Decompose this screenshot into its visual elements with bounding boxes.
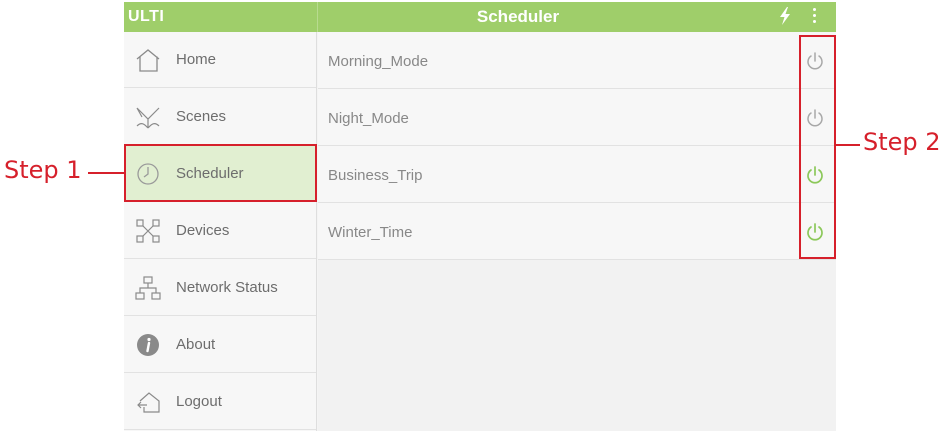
sidebar-item-label: Home xyxy=(176,51,217,68)
sidebar-item-devices[interactable]: Devices xyxy=(124,203,316,259)
step1-highlight xyxy=(124,144,317,202)
home-icon xyxy=(136,49,160,72)
schedule-name: Business_Trip xyxy=(328,167,423,184)
app-window: ULTI Scheduler Home Scenes Scheduler Dev… xyxy=(124,2,836,431)
more-menu-icon[interactable] xyxy=(808,8,820,26)
list-item[interactable]: Winter_Time xyxy=(318,203,836,260)
schedule-name: Night_Mode xyxy=(328,110,409,127)
schedule-name: Morning_Mode xyxy=(328,53,429,70)
info-icon xyxy=(137,334,159,356)
schedule-list: Morning_Mode Night_Mode Business_Trip Wi… xyxy=(318,32,836,431)
page-title: Scheduler xyxy=(476,7,560,26)
schedule-name: Winter_Time xyxy=(328,224,413,241)
network-icon xyxy=(135,276,161,300)
step2-highlight xyxy=(799,35,836,259)
sidebar-item-label: About xyxy=(176,336,216,353)
step2-connector xyxy=(836,144,860,146)
sidebar: Home Scenes Scheduler Devices Network St… xyxy=(124,32,317,431)
scenes-icon xyxy=(136,107,160,129)
sidebar-item-label: Logout xyxy=(176,393,222,410)
flash-icon[interactable] xyxy=(778,7,792,25)
step2-label: Step 2 xyxy=(863,128,941,156)
sidebar-item-label: Devices xyxy=(176,222,230,239)
sidebar-item-scenes[interactable]: Scenes xyxy=(124,89,316,145)
sidebar-item-label: Network Status xyxy=(176,279,278,296)
top-bar: ULTI Scheduler xyxy=(124,2,836,32)
devices-icon xyxy=(136,219,160,243)
sidebar-item-home[interactable]: Home xyxy=(124,32,316,88)
logout-icon xyxy=(137,392,160,413)
list-item[interactable]: Business_Trip xyxy=(318,146,836,203)
list-item[interactable]: Night_Mode xyxy=(318,89,836,146)
step1-label: Step 1 xyxy=(4,156,82,184)
step1-connector xyxy=(88,172,124,174)
sidebar-item-network-status[interactable]: Network Status xyxy=(124,260,316,316)
sidebar-item-about[interactable]: About xyxy=(124,317,316,373)
sidebar-item-label: Scenes xyxy=(176,108,227,125)
list-item[interactable]: Morning_Mode xyxy=(318,32,836,89)
sidebar-item-logout[interactable]: Logout xyxy=(124,374,316,430)
app-brand: ULTI xyxy=(128,8,165,25)
